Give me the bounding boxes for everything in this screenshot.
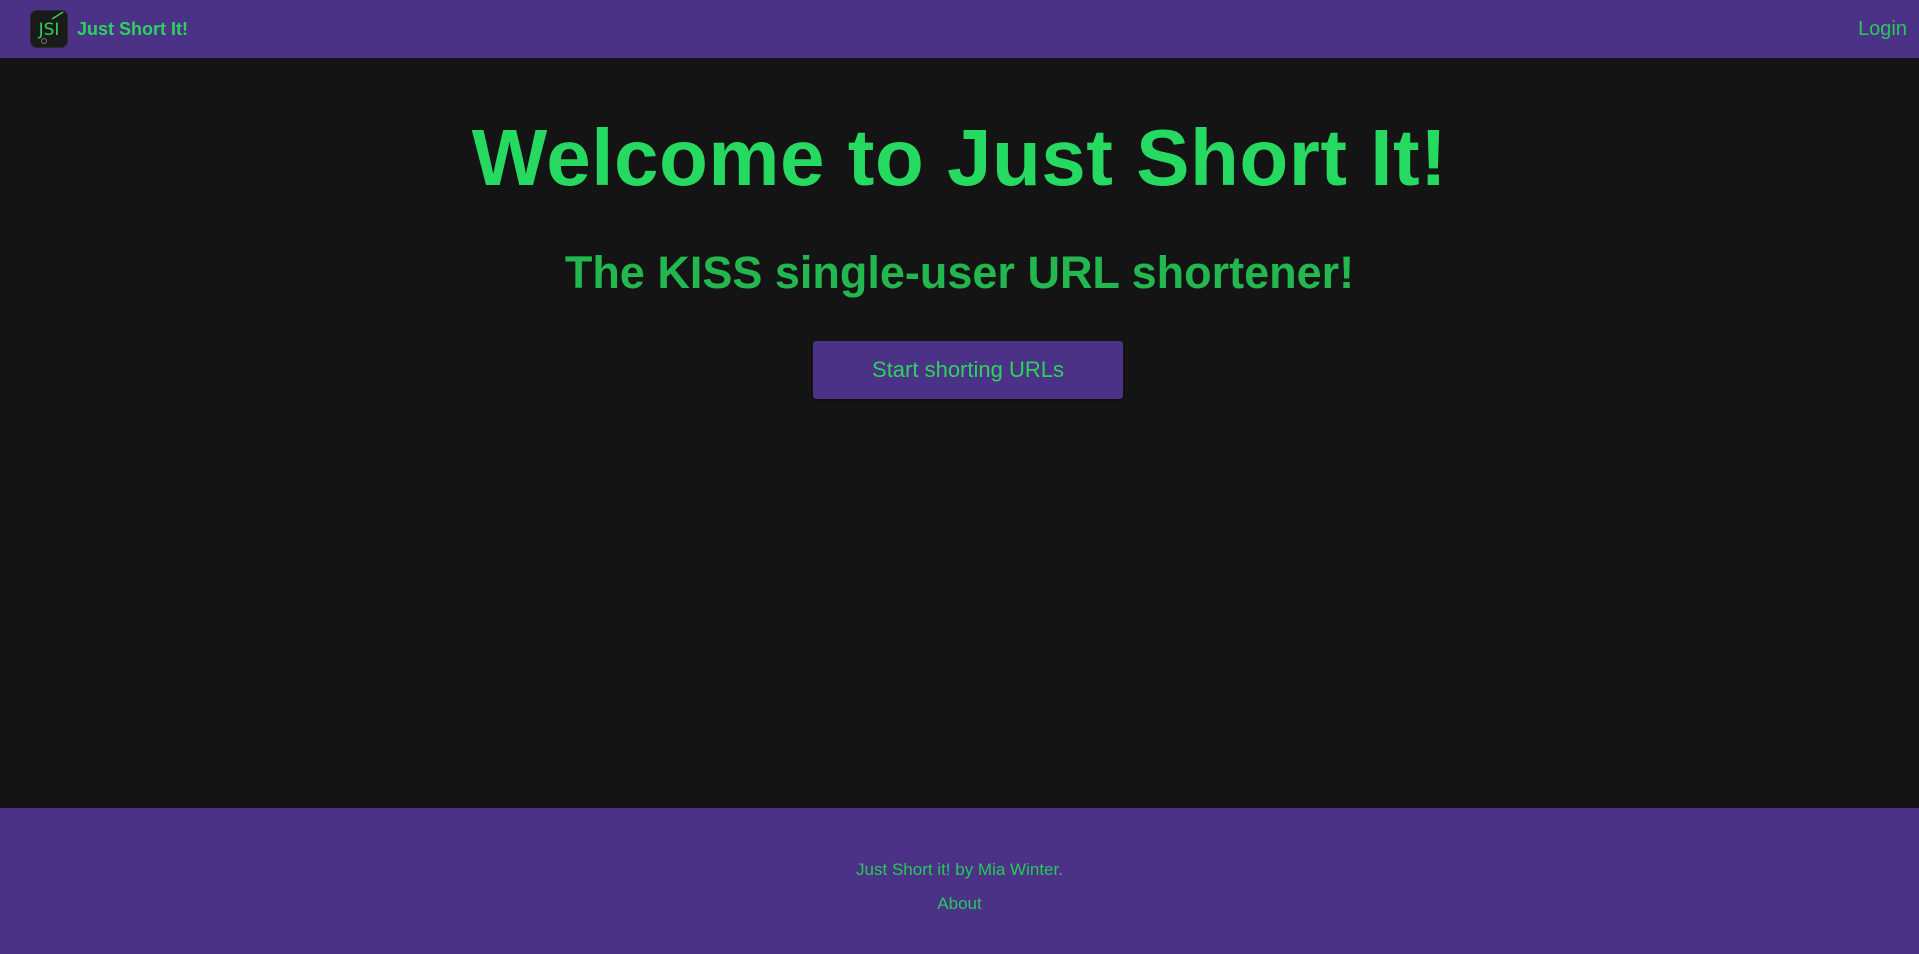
brand-name: Just Short It! — [77, 18, 188, 39]
page-subtitle: The KISS single-user URL shortener! — [564, 247, 1355, 298]
brand-link[interactable]: JSI Just Short It! — [30, 10, 188, 48]
login-link[interactable]: Login — [1858, 18, 1907, 41]
top-navbar: JSI Just Short It! Login — [0, 0, 1919, 58]
jsi-logo-text: JSI — [38, 20, 60, 40]
footer-about-container: About — [0, 894, 1919, 914]
footer-credit: Just Short it! by Mia Winter. — [856, 860, 1063, 879]
main-content: Welcome to Just Short It! The KISS singl… — [0, 58, 1919, 808]
page-title: Welcome to Just Short It! — [471, 113, 1448, 202]
jsi-logo-icon: JSI — [30, 10, 68, 48]
about-link[interactable]: About — [937, 894, 981, 913]
page-footer: Just Short it! by Mia Winter. About — [0, 808, 1919, 954]
jsi-logo-graphic: JSI — [38, 11, 64, 44]
start-shorting-button[interactable]: Start shorting URLs — [813, 341, 1123, 399]
logo-scissor-blade — [51, 11, 64, 20]
